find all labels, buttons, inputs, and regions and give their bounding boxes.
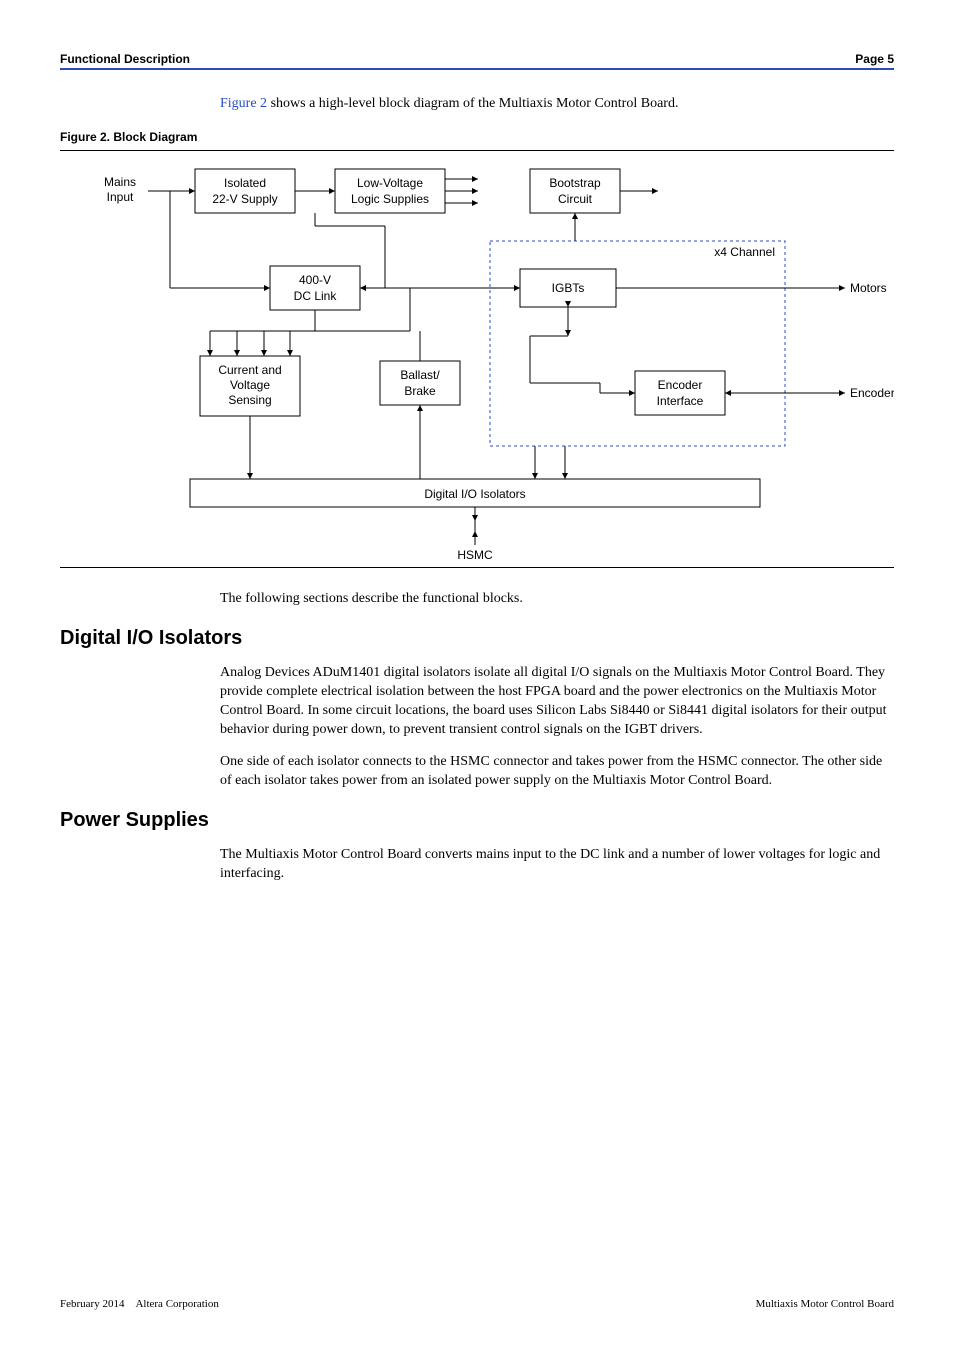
- header-right: Page 5: [855, 52, 894, 66]
- input-label: Input: [107, 190, 134, 204]
- footer-left: February 2014 Altera Corporation: [60, 1298, 219, 1310]
- sensing-text2: Voltage: [230, 378, 270, 392]
- section-power-p1: The Multiaxis Motor Control Board conver…: [220, 846, 894, 884]
- low-voltage-text1: Low-Voltage: [357, 176, 423, 190]
- section-digital-io-title: Digital I/O Isolators: [60, 627, 894, 650]
- encoders-label: Encoders: [850, 386, 894, 400]
- ballast-text2: Brake: [404, 384, 436, 398]
- isolated-supply-text2: 22-V Supply: [212, 192, 277, 206]
- section-digital-io-p1: Analog Devices ADuM1401 digital isolator…: [220, 664, 894, 740]
- after-figure-text: The following sections describe the func…: [220, 590, 894, 609]
- mains-label: Mains: [104, 175, 136, 189]
- block-diagram: Mains Input Isolated 22-V Supply Low-Vol…: [60, 150, 894, 568]
- encoder-text1: Encoder: [658, 378, 703, 392]
- motors-label: Motors: [850, 281, 887, 295]
- igbt-text: IGBTs: [552, 281, 585, 295]
- intro-paragraph: Figure 2 shows a high-level block diagra…: [220, 96, 894, 112]
- isolated-supply-text1: Isolated: [224, 176, 266, 190]
- sensing-text1: Current and: [218, 363, 281, 377]
- dclink-text2: DC Link: [294, 289, 338, 303]
- bootstrap-text1: Bootstrap: [549, 176, 601, 190]
- header-rule: [60, 68, 894, 70]
- low-voltage-text2: Logic Supplies: [351, 192, 429, 206]
- bootstrap-text2: Circuit: [558, 192, 593, 206]
- intro-text: shows a high-level block diagram of the …: [267, 96, 678, 111]
- section-digital-io-p2: One side of each isolator connects to th…: [220, 753, 894, 791]
- section-power-title: Power Supplies: [60, 809, 894, 832]
- encoder-text2: Interface: [657, 394, 704, 408]
- page-footer: February 2014 Altera Corporation Multiax…: [60, 1298, 894, 1310]
- footer-right: Multiaxis Motor Control Board: [756, 1298, 894, 1310]
- channel-label: x4 Channel: [714, 245, 775, 259]
- isolators-text: Digital I/O Isolators: [424, 487, 525, 501]
- hsmc-label: HSMC: [457, 548, 493, 561]
- figure-ref-link[interactable]: Figure 2: [220, 96, 267, 111]
- header-left: Functional Description: [60, 52, 190, 66]
- ballast-text1: Ballast/: [400, 368, 440, 382]
- dclink-text1: 400-V: [299, 273, 331, 287]
- figure-caption: Figure 2. Block Diagram: [60, 130, 894, 144]
- sensing-text3: Sensing: [228, 393, 271, 407]
